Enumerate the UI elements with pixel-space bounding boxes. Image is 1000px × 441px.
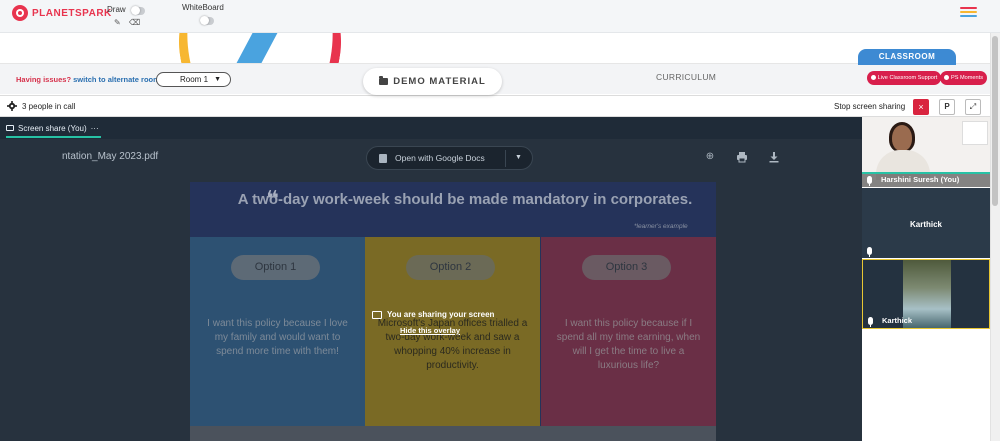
call-controls-bar: 3 people in call Stop screen sharing × P… — [0, 95, 990, 117]
slide-note: *learner's example — [634, 223, 688, 230]
pencil-icon[interactable]: ✎ — [114, 19, 121, 27]
wall-poster — [962, 121, 988, 145]
mic-icon — [867, 176, 872, 186]
mic-icon — [867, 247, 872, 257]
folder-icon — [379, 76, 389, 85]
mic-icon — [868, 317, 873, 327]
open-with-google-docs-button[interactable]: Open with Google Docs ▼ — [366, 146, 533, 170]
star-icon — [943, 75, 949, 80]
active-tab-underline — [6, 136, 101, 138]
sharing-overlay-message: You are sharing your screen — [372, 310, 494, 319]
call-stage: Screen share (You) ··· ntation_May 2023.… — [0, 117, 862, 441]
plus-icon — [870, 75, 876, 80]
button-divider — [505, 150, 506, 167]
demo-material-button[interactable]: DEMO MATERIAL — [363, 68, 502, 95]
hamburger-line — [960, 11, 977, 13]
google-docs-icon — [379, 153, 387, 163]
issues-text: Having issues? — [16, 75, 72, 84]
hamburger-line — [960, 7, 977, 9]
menu-hamburger-icon[interactable] — [960, 7, 977, 19]
draw-toggle[interactable] — [131, 6, 145, 15]
slide-title: A two-day work-week should be made manda… — [237, 191, 693, 208]
hide-overlay-link[interactable]: Hide this overlay — [400, 326, 460, 335]
participant-name: Karthick — [909, 220, 942, 229]
hamburger-line — [960, 15, 977, 17]
option-column: Option 3 I want this policy because if I… — [541, 237, 716, 426]
option-label: Option 2 — [406, 255, 495, 280]
classroom-tab[interactable]: CLASSROOM — [858, 49, 956, 65]
alternate-room-link[interactable]: switch to alternate room — [73, 75, 160, 84]
decorative-banner — [0, 33, 990, 63]
whiteboard-label: WhiteBoard — [182, 3, 224, 12]
draw-label: Draw — [107, 5, 126, 14]
people-count[interactable]: 3 people in call — [22, 102, 75, 111]
option-label: Option 3 — [582, 255, 671, 280]
chevron-down-icon[interactable]: ▼ — [515, 154, 522, 161]
logo-icon — [12, 5, 28, 21]
participant-tile-active[interactable]: Karthick — [862, 259, 990, 329]
download-icon[interactable] — [768, 151, 780, 163]
participant-name: Harshini Suresh (You) — [881, 175, 960, 184]
participant-name: Karthick — [882, 316, 913, 325]
option-column: Option 1 I want this policy because I lo… — [190, 237, 365, 426]
sharing-overlay-text: You are sharing your screen — [387, 310, 495, 319]
curriculum-tab[interactable]: CURRICULUM — [656, 72, 716, 82]
brand-logo: PLANETSPARK — [12, 5, 112, 21]
screen-share-icon — [372, 310, 382, 319]
live-support-button[interactable]: Live Classroom Support — [867, 71, 941, 85]
logo-text: PLANETSPARK — [32, 7, 112, 19]
option-label: Option 1 — [231, 255, 320, 280]
gear-icon[interactable] — [7, 101, 17, 111]
top-toolbar: PLANETSPARK Draw ✎ ⌫ WhiteBoard — [0, 0, 1000, 33]
open-google-label: Open with Google Docs — [395, 153, 485, 163]
page-scrollbar-thumb[interactable] — [992, 36, 998, 206]
fullscreen-icon[interactable]: ⤢ — [965, 99, 981, 115]
screen-share-tab[interactable]: Screen share (You) ··· — [6, 121, 99, 135]
decor-arc-red — [260, 33, 350, 63]
print-icon[interactable] — [736, 151, 748, 163]
issues-notice: Having issues? switch to alternate room — [16, 75, 160, 84]
more-options-icon[interactable]: ··· — [91, 124, 99, 133]
whiteboard-toggle[interactable] — [200, 16, 214, 25]
ps-moments-label: PS Moments — [950, 75, 984, 81]
demo-material-label: DEMO MATERIAL — [393, 76, 486, 87]
screen-share-icon — [6, 125, 14, 131]
participant-tile[interactable]: Harshini Suresh (You) — [862, 117, 990, 187]
stop-sharing-button[interactable]: × — [913, 99, 929, 115]
option-text: I want this policy because I love my fam… — [207, 318, 348, 357]
room-select[interactable]: Room 1 ▼ — [156, 72, 231, 87]
participant-tile[interactable]: Karthick — [862, 188, 990, 258]
slide-footer-strip — [190, 426, 716, 441]
eraser-icon[interactable]: ⌫ — [129, 19, 140, 27]
room-select-value: Room 1 — [180, 75, 209, 84]
shared-screen-viewer: ntation_May 2023.pdf Open with Google Do… — [0, 139, 862, 441]
add-to-drive-icon[interactable]: ⊕ — [704, 151, 716, 163]
pin-button[interactable]: P — [939, 99, 955, 115]
participant-face — [892, 125, 912, 151]
stop-sharing-label: Stop screen sharing — [834, 102, 906, 111]
pdf-filename: ntation_May 2023.pdf — [62, 151, 159, 162]
caret-down-icon: ▼ — [214, 76, 221, 83]
option-text: I want this policy because if I spend al… — [556, 318, 701, 371]
ps-moments-button[interactable]: PS Moments — [940, 71, 987, 85]
live-support-label: Live Classroom Support — [877, 75, 938, 81]
screen-share-tab-label: Screen share (You) — [18, 123, 87, 133]
